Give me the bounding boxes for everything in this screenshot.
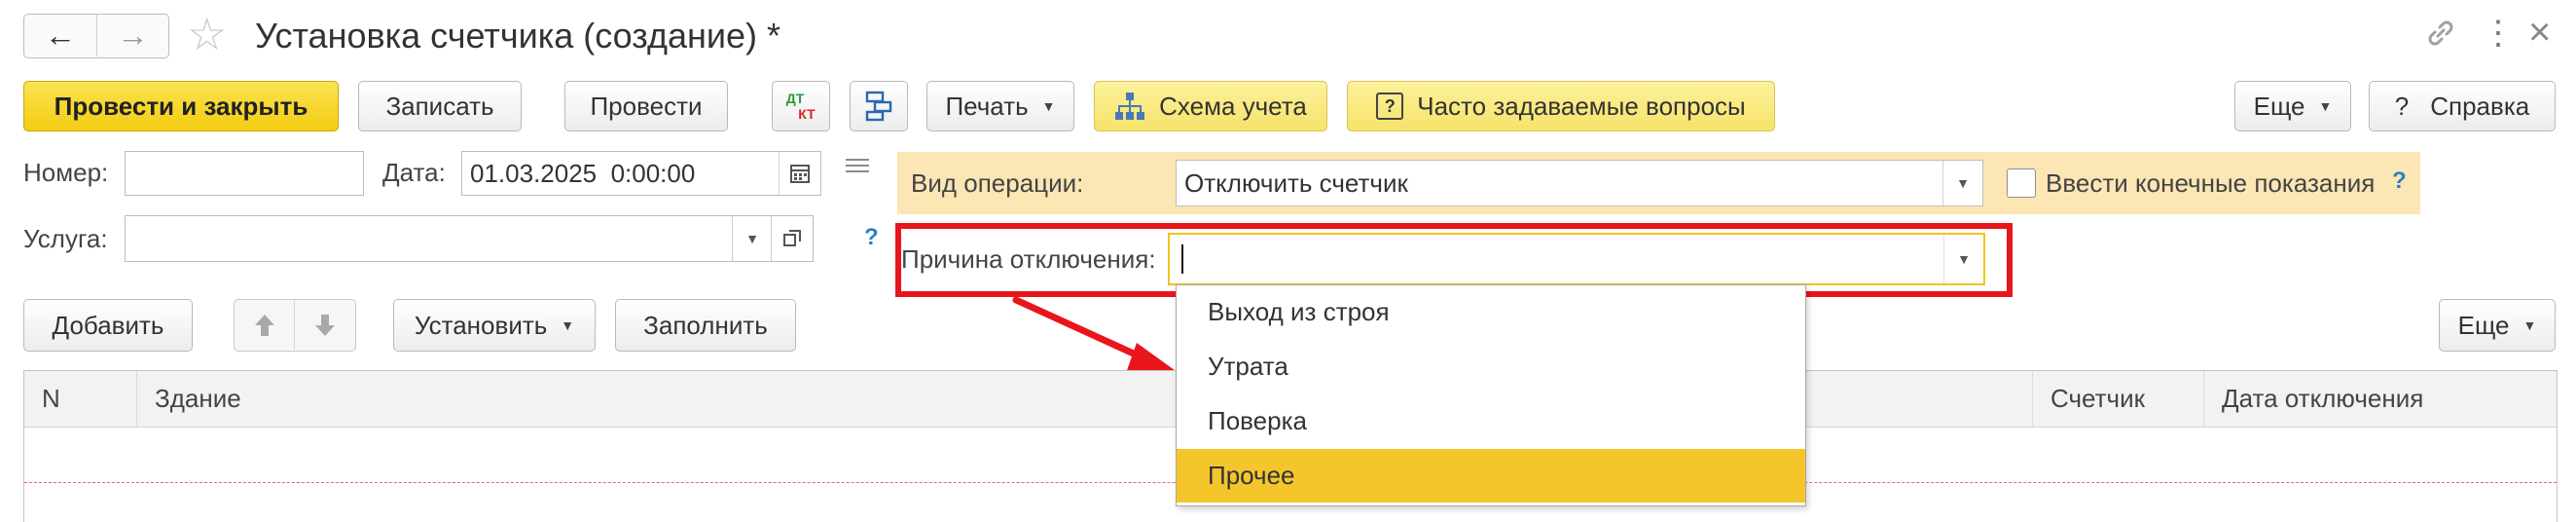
service-open-button[interactable] — [771, 216, 813, 261]
structure-icon — [865, 91, 892, 122]
accounting-scheme-button[interactable]: Схема учета — [1094, 81, 1327, 131]
date-input[interactable]: 01.03.2025 0:00:00 — [461, 151, 821, 196]
help-question-icon: ? — [2394, 91, 2410, 121]
column-header-meter[interactable]: Счетчик — [2033, 371, 2204, 427]
fill-button[interactable]: Заполнить — [615, 299, 796, 352]
arrow-right-icon: → — [117, 18, 149, 53]
reason-select[interactable]: ▼ — [1168, 233, 1985, 285]
chevron-down-icon: ▼ — [1956, 175, 1970, 191]
help-button[interactable]: ? Справка — [2369, 81, 2556, 131]
table-more-button[interactable]: Еще ▼ — [2439, 299, 2556, 352]
move-down-button[interactable] — [296, 300, 354, 350]
reason-label: Причина отключения: — [901, 244, 1156, 274]
more-button[interactable]: Еще ▼ — [2234, 81, 2351, 131]
back-button[interactable]: ← — [24, 15, 97, 56]
open-window-icon — [783, 230, 801, 246]
chevron-down-icon: ▼ — [1041, 98, 1056, 114]
chevron-down-icon: ▼ — [745, 231, 759, 246]
service-dropdown-button[interactable]: ▼ — [732, 216, 772, 261]
post-and-close-button[interactable]: Провести и закрыть — [23, 81, 339, 131]
calendar-button[interactable] — [779, 152, 820, 195]
hierarchy-icon — [1115, 93, 1145, 120]
more-vertical-icon[interactable]: ⋮ — [2482, 12, 2515, 55]
reason-dropdown-button[interactable]: ▼ — [1943, 235, 1983, 283]
dropdown-option-loss[interactable]: Утрата — [1177, 340, 1805, 393]
final-readings-help-icon[interactable]: ? — [2392, 168, 2407, 195]
service-input[interactable]: ▼ — [125, 215, 814, 262]
nav-buttons: ← → — [23, 14, 169, 58]
column-header-disconnect-date[interactable]: Дата отключения — [2204, 371, 2555, 427]
service-label: Услуга: — [23, 224, 108, 253]
question-box-icon: ? — [1376, 93, 1404, 120]
move-up-button[interactable] — [235, 300, 295, 350]
arrow-up-icon — [254, 314, 274, 336]
dropdown-option-failure[interactable]: Выход из строя — [1177, 285, 1805, 339]
number-input[interactable] — [125, 151, 364, 196]
add-button[interactable]: Добавить — [23, 299, 193, 352]
link-icon[interactable] — [2421, 14, 2460, 53]
post-button[interactable]: Провести — [564, 81, 728, 131]
move-buttons — [234, 299, 356, 352]
arrow-left-icon: ← — [45, 18, 76, 53]
comment-icon[interactable] — [843, 156, 872, 179]
dt-kt-button[interactable]: ДТ КТ — [772, 81, 830, 131]
set-button[interactable]: Установить ▼ — [393, 299, 596, 352]
date-label: Дата: — [382, 158, 446, 187]
calendar-icon — [790, 165, 810, 183]
dropdown-option-verification[interactable]: Поверка — [1177, 394, 1805, 448]
dropdown-option-other[interactable]: Прочее — [1177, 449, 1805, 503]
arrow-down-icon — [315, 314, 335, 336]
page-title: Установка счетчика (создание) * — [255, 16, 781, 56]
print-button[interactable]: Печать ▼ — [926, 81, 1074, 131]
chevron-down-icon: ▼ — [1957, 251, 1971, 267]
operation-type-label: Вид операции: — [911, 168, 1084, 198]
chevron-down-icon: ▼ — [2522, 317, 2537, 333]
faq-button[interactable]: ? Часто задаваемые вопросы — [1347, 81, 1775, 131]
structure-button[interactable] — [850, 81, 908, 131]
close-icon[interactable]: × — [2528, 8, 2551, 56]
text-cursor — [1181, 244, 1183, 274]
chevron-down-icon: ▼ — [561, 317, 575, 333]
reason-dropdown-list: Выход из строя Утрата Поверка Прочее — [1176, 284, 1806, 506]
number-label: Номер: — [23, 158, 109, 187]
dt-kt-icon-top: ДТ — [785, 91, 805, 106]
favorite-star-icon[interactable]: ☆ — [187, 10, 227, 58]
final-readings-label: Ввести конечные показания — [2046, 168, 2376, 198]
column-header-n[interactable]: N — [24, 371, 137, 427]
final-readings-checkbox[interactable] — [2007, 168, 2036, 198]
operation-type-select[interactable]: Отключить счетчик ▼ — [1176, 160, 1983, 206]
chevron-down-icon: ▼ — [2318, 98, 2333, 114]
service-help-icon[interactable]: ? — [864, 224, 879, 251]
operation-type-dropdown-button[interactable]: ▼ — [1942, 161, 1982, 205]
save-button[interactable]: Записать — [358, 81, 522, 131]
dt-kt-icon-bottom: КТ — [798, 106, 816, 122]
forward-button[interactable]: → — [97, 15, 168, 56]
